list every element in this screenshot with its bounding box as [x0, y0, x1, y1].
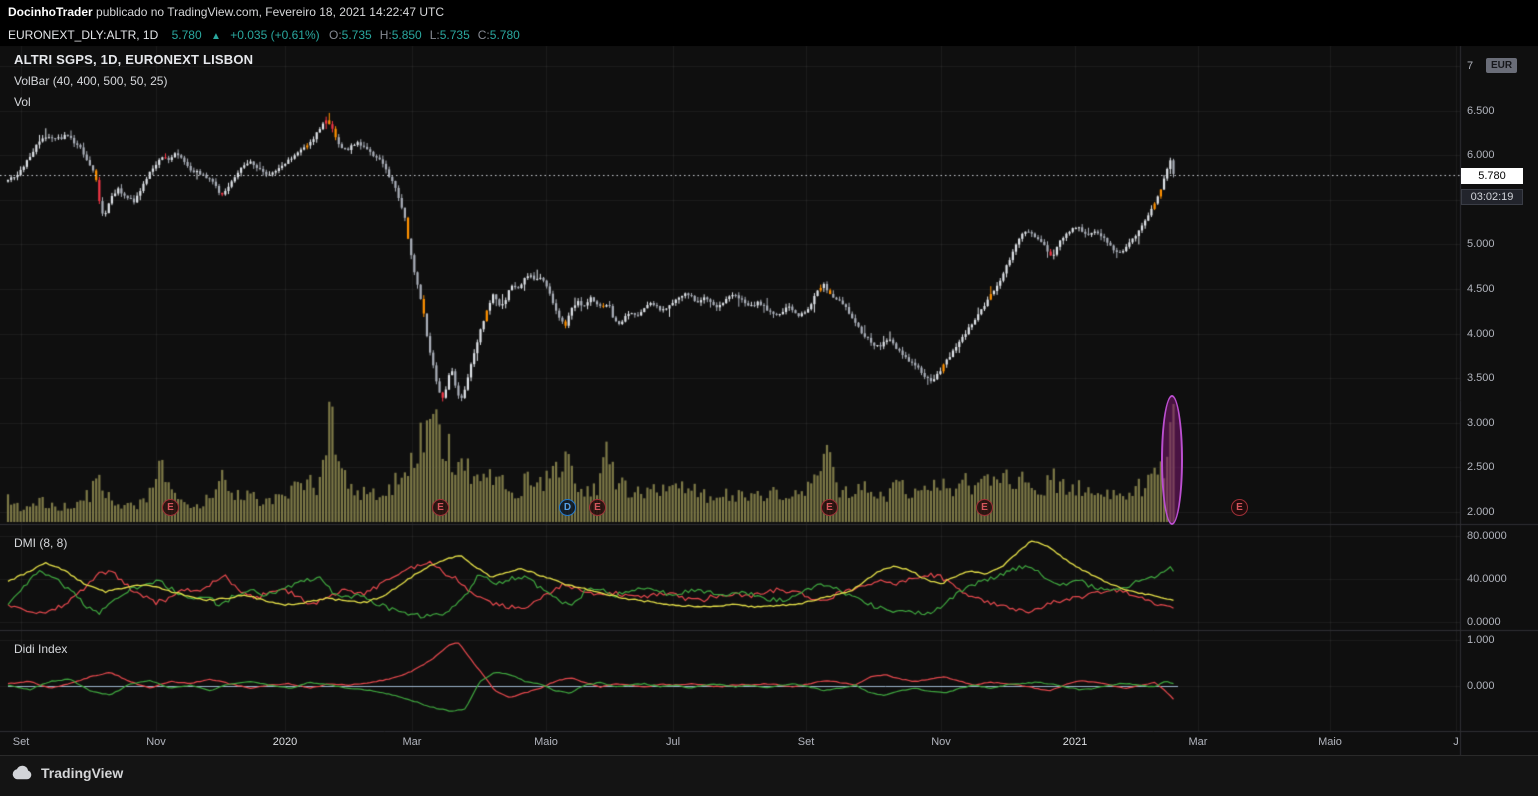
- currency-badge: EUR: [1486, 58, 1517, 73]
- time-scale-label: 2020: [273, 736, 297, 748]
- bottom-bar: TradingView: [0, 755, 1538, 796]
- tradingview-published-chart: DocinhoTrader publicado no TradingView.c…: [0, 0, 1538, 796]
- price-scale-label: 7: [1467, 60, 1473, 72]
- symbol-info-bar: EURONEXT_DLY:ALTR, 1D 5.780 ▲ +0.035 (+0…: [0, 24, 1538, 46]
- ohlc-h: H:5.850: [380, 28, 422, 42]
- price-scale-label: 2.500: [1467, 461, 1495, 473]
- earnings-marker[interactable]: E: [162, 499, 179, 516]
- main-pane-legend: ALTRI SGPS, 1D, EURONEXT LISBON VolBar (…: [14, 52, 253, 109]
- time-scale-label: Maio: [1318, 736, 1342, 748]
- chart-title[interactable]: ALTRI SGPS, 1D, EURONEXT LISBON: [14, 52, 253, 67]
- earnings-marker[interactable]: E: [1231, 499, 1248, 516]
- price-scale-label: 2.000: [1467, 506, 1495, 518]
- dmi-scale-label: 80.0000: [1467, 530, 1507, 542]
- tradingview-logo[interactable]: TradingView: [10, 765, 123, 781]
- time-scale-label: Nov: [931, 736, 951, 748]
- time-scale-label: 2021: [1063, 736, 1087, 748]
- time-scale-label: J: [1453, 736, 1459, 748]
- time-scale-label: Nov: [146, 736, 166, 748]
- time-scale-label: Set: [13, 736, 30, 748]
- didi-scale-label: 1.000: [1467, 634, 1495, 646]
- author-name[interactable]: DocinhoTrader: [8, 5, 93, 19]
- price-scale-label: 3.500: [1467, 372, 1495, 384]
- dmi-scale-label: 40.0000: [1467, 573, 1507, 585]
- ohlc-l: L:5.735: [430, 28, 470, 42]
- last-price-value: 5.780: [172, 28, 202, 42]
- price-scale-label: 5.000: [1467, 238, 1495, 250]
- price-change: +0.035 (+0.61%): [230, 28, 319, 42]
- price-scale-label: 3.000: [1467, 417, 1495, 429]
- dividend-marker[interactable]: D: [559, 499, 576, 516]
- bar-countdown-timer: 03:02:19: [1461, 189, 1523, 205]
- earnings-marker[interactable]: E: [976, 499, 993, 516]
- last-price-axis-label: 5.780: [1461, 168, 1523, 184]
- time-scale-label: Maio: [534, 736, 558, 748]
- price-chart-canvas[interactable]: [0, 0, 1538, 796]
- earnings-marker[interactable]: E: [821, 499, 838, 516]
- earnings-marker[interactable]: E: [432, 499, 449, 516]
- attribution-text: publicado no TradingView.com, Fevereiro …: [93, 5, 444, 19]
- didi-scale-label: 0.000: [1467, 680, 1495, 692]
- dmi-scale-label: 0.0000: [1467, 616, 1501, 628]
- time-scale-label: Mar: [1189, 736, 1208, 748]
- time-scale-label: Jul: [666, 736, 680, 748]
- ohlc-values: O:5.735 H:5.850 L:5.735 C:5.780: [329, 28, 528, 42]
- cloud-logo-icon: [10, 765, 34, 781]
- volbar-indicator-label[interactable]: VolBar (40, 400, 500, 50, 25): [14, 74, 253, 88]
- price-scale-label: 6.000: [1467, 149, 1495, 161]
- price-scale-label: 6.500: [1467, 105, 1495, 117]
- earnings-marker[interactable]: E: [589, 499, 606, 516]
- attribution-bar: DocinhoTrader publicado no TradingView.c…: [0, 0, 1538, 24]
- time-scale-label: Mar: [403, 736, 422, 748]
- price-scale-label: 4.500: [1467, 283, 1495, 295]
- vol-indicator-label[interactable]: Vol: [14, 95, 253, 109]
- time-scale-label: Set: [798, 736, 815, 748]
- ohlc-o: O:5.735: [329, 28, 372, 42]
- price-scale-label: 4.000: [1467, 328, 1495, 340]
- tradingview-logo-text: TradingView: [41, 765, 123, 781]
- ohlc-c: C:5.780: [478, 28, 520, 42]
- up-arrow-icon: ▲: [211, 31, 221, 42]
- symbol-name[interactable]: EURONEXT_DLY:ALTR, 1D: [8, 28, 158, 42]
- dmi-pane-legend[interactable]: DMI (8, 8): [14, 536, 67, 550]
- highlight-ellipse-annotation[interactable]: [1161, 395, 1183, 525]
- didi-pane-legend[interactable]: Didi Index: [14, 642, 67, 656]
